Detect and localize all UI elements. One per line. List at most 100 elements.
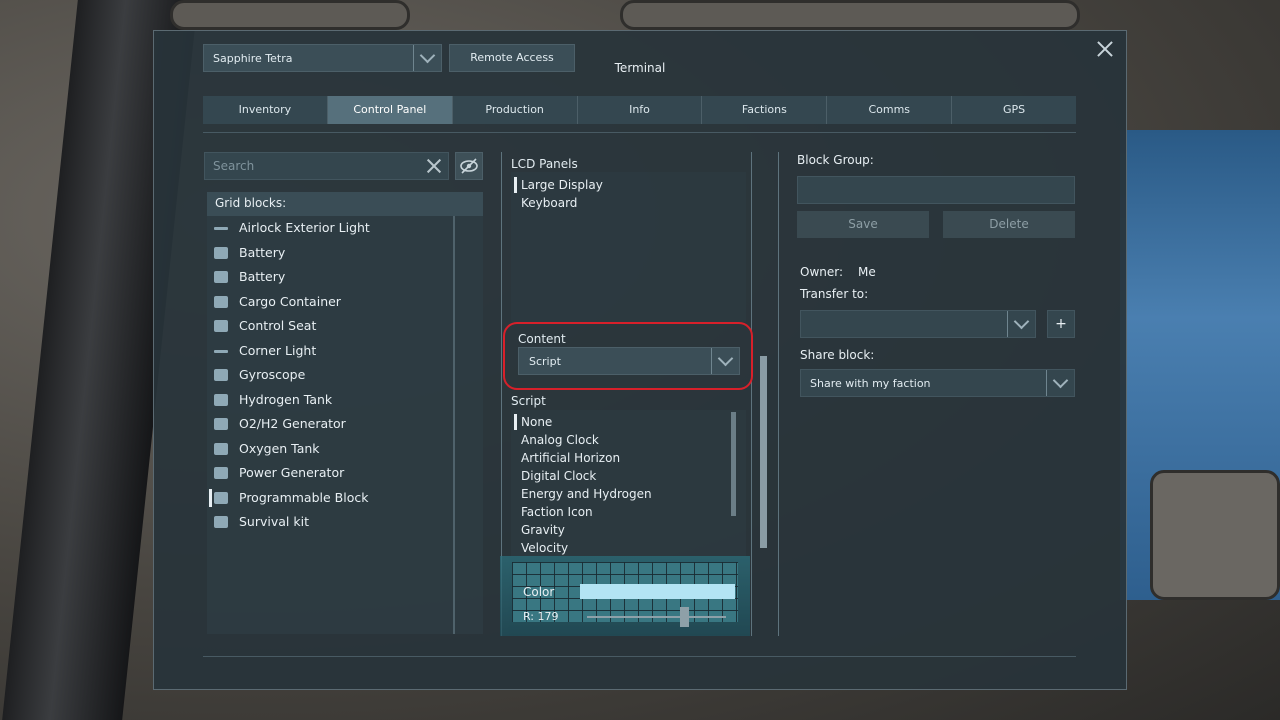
panel-divider — [751, 152, 752, 636]
list-item[interactable]: Power Generator — [207, 461, 483, 486]
list-item[interactable]: Gyroscope — [207, 363, 483, 388]
list-item[interactable]: Battery — [207, 265, 483, 290]
list-item[interactable]: Artificial Horizon — [511, 449, 746, 467]
tab-gps[interactable]: GPS — [952, 96, 1076, 124]
list-item[interactable]: Analog Clock — [511, 431, 746, 449]
background-plate — [170, 0, 410, 30]
list-item[interactable]: Battery — [207, 241, 483, 266]
color-label: Color — [523, 585, 555, 599]
programmable-block-icon — [214, 491, 228, 504]
list-item-label: O2/H2 Generator — [239, 416, 346, 431]
list-item[interactable]: Corner Light — [207, 339, 483, 364]
close-button[interactable] — [1094, 38, 1116, 60]
chevron-down-icon[interactable] — [711, 348, 739, 374]
control-seat-icon — [214, 320, 228, 332]
color-swatch[interactable] — [580, 584, 735, 599]
chevron-down-icon[interactable] — [1007, 311, 1035, 337]
list-item[interactable]: Velocity — [511, 539, 746, 557]
list-item-label: Power Generator — [239, 465, 345, 480]
owner-label: Owner: — [800, 265, 844, 279]
ship-select-value: Sapphire Tetra — [213, 52, 293, 65]
list-item-selected[interactable]: None — [511, 413, 746, 431]
list-item-label: Airlock Exterior Light — [239, 220, 370, 235]
list-item[interactable]: O2/H2 Generator — [207, 412, 483, 437]
tab-control-panel[interactable]: Control Panel — [327, 96, 453, 124]
hydrogen-tank-icon — [214, 393, 228, 406]
share-block-dropdown[interactable]: Share with my faction — [800, 369, 1075, 397]
tab-production[interactable]: Production — [453, 96, 578, 124]
power-generator-icon — [214, 467, 228, 479]
light-strip-icon — [214, 227, 228, 230]
block-group-input[interactable] — [797, 176, 1075, 204]
share-block-value: Share with my faction — [810, 377, 931, 390]
divider — [203, 656, 1076, 657]
content-dropdown[interactable]: Script — [518, 347, 740, 375]
panel-scrollbar[interactable] — [760, 356, 767, 548]
list-item[interactable]: Gravity — [511, 521, 746, 539]
list-item-label: Oxygen Tank — [239, 440, 320, 456]
list-item[interactable]: Airlock Exterior Light — [207, 216, 483, 241]
divider — [203, 132, 1076, 133]
background-plate — [1150, 470, 1280, 600]
oxygen-tank-icon — [214, 442, 228, 455]
battery-icon — [214, 246, 228, 259]
content-value: Script — [529, 355, 561, 368]
list-item[interactable]: Control Seat — [207, 314, 483, 339]
list-item-label: Corner Light — [239, 342, 317, 358]
list-item[interactable]: Keyboard — [511, 194, 746, 212]
content-label: Content — [518, 332, 566, 346]
list-item-label: Control Seat — [239, 318, 317, 333]
list-item-selected[interactable]: Programmable Block — [207, 486, 483, 511]
list-item-label: Programmable Block — [239, 489, 369, 505]
transfer-label: Transfer to: — [800, 287, 869, 301]
tab-bar: Inventory Control Panel Production Info … — [203, 96, 1076, 124]
red-value-label: R: 179 — [523, 610, 559, 623]
list-item-label: Gyroscope — [239, 367, 306, 382]
panel-divider — [778, 152, 779, 636]
clear-search-icon[interactable] — [426, 158, 442, 174]
tab-inventory[interactable]: Inventory — [203, 96, 328, 124]
add-button[interactable]: + — [1047, 310, 1075, 338]
window-title: Terminal — [614, 61, 666, 75]
share-block-label: Share block: — [800, 348, 875, 362]
background-plate — [620, 0, 1080, 30]
red-slider[interactable] — [587, 616, 726, 618]
cargo-container-icon — [214, 295, 228, 308]
grid-blocks-list: Airlock Exterior Light Battery Battery C… — [207, 216, 483, 634]
list-item[interactable]: Digital Clock — [511, 467, 746, 485]
hide-blocks-button[interactable] — [455, 152, 483, 180]
script-list: None Analog Clock Artificial Horizon Dig… — [511, 410, 746, 556]
list-item[interactable]: Cargo Container — [207, 290, 483, 315]
list-item-label: Battery — [239, 269, 286, 284]
gyroscope-icon — [214, 369, 228, 381]
transfer-dropdown[interactable] — [800, 310, 1036, 338]
list-item-label: Hydrogen Tank — [239, 391, 333, 407]
lcd-panels-list: Large Display Keyboard — [511, 172, 746, 322]
list-item[interactable]: Hydrogen Tank — [207, 388, 483, 413]
list-item[interactable]: Faction Icon — [511, 503, 746, 521]
tab-factions[interactable]: Factions — [702, 96, 828, 124]
chevron-down-icon[interactable] — [1046, 370, 1074, 396]
tab-comms[interactable]: Comms — [827, 96, 953, 124]
list-item-label: Survival kit — [239, 514, 309, 529]
tab-info[interactable]: Info — [578, 96, 703, 124]
list-item[interactable]: Survival kit — [207, 510, 483, 535]
remote-access-button[interactable]: Remote Access — [449, 44, 575, 72]
list-item[interactable]: Oxygen Tank — [207, 437, 483, 462]
save-button[interactable]: Save — [797, 211, 929, 238]
search-placeholder: Search — [213, 159, 255, 173]
grid-blocks-header: Grid blocks: — [207, 192, 483, 216]
search-input[interactable]: Search — [204, 152, 449, 180]
list-item-label: Cargo Container — [239, 293, 341, 309]
list-item[interactable]: Energy and Hydrogen — [511, 485, 746, 503]
list-item-label: Battery — [239, 244, 286, 260]
list-item-selected[interactable]: Large Display — [511, 176, 746, 194]
chevron-down-icon[interactable] — [413, 45, 441, 71]
survival-kit-icon — [214, 516, 228, 528]
delete-button[interactable]: Delete — [943, 211, 1075, 238]
lcd-panels-label: LCD Panels — [511, 157, 578, 171]
red-slider-handle[interactable] — [680, 607, 690, 627]
eye-hidden-icon — [460, 158, 478, 174]
ship-select-dropdown[interactable]: Sapphire Tetra — [203, 44, 442, 72]
owner-value: Me — [858, 265, 876, 279]
